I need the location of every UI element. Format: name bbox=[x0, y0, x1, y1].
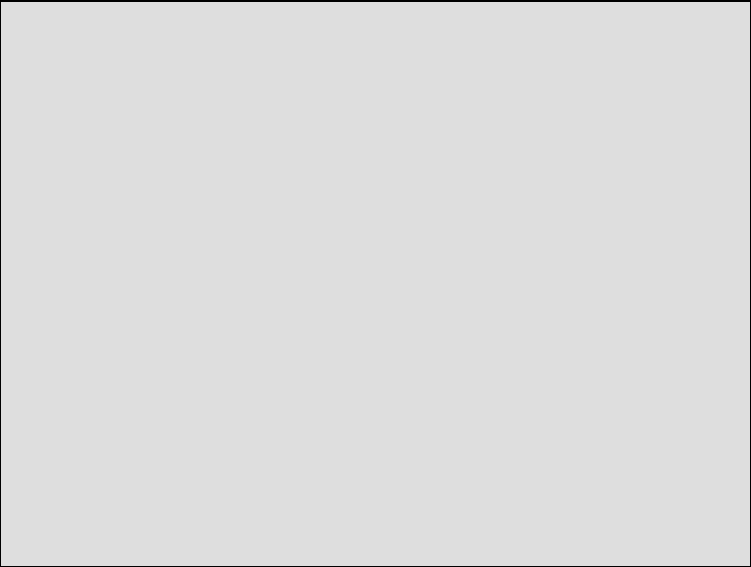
plot-canvas bbox=[1, 2, 751, 567]
plot-window bbox=[0, 0, 751, 567]
x-axis-label bbox=[42, 553, 750, 567]
plot-title bbox=[42, 3, 750, 18]
